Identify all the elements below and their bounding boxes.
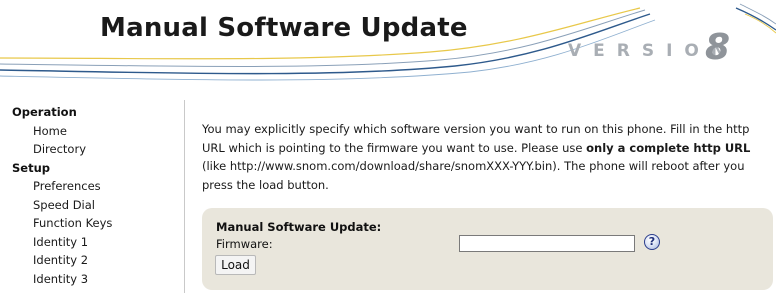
sidebar-nav: Operation Home Directory Setup Preferenc… — [0, 103, 170, 288]
sidebar-item-identity-2[interactable]: Identity 2 — [0, 251, 170, 270]
question-mark-icon[interactable]: ? — [644, 234, 660, 250]
sidebar-section-operation: Operation — [12, 105, 77, 119]
page-header: Manual Software Update VERSION 8 — [0, 0, 776, 92]
firmware-label: Firmware: — [216, 237, 273, 251]
sidebar-item-preferences[interactable]: Preferences — [0, 177, 170, 196]
intro-text: You may explicitly specify which softwar… — [202, 120, 772, 194]
firmware-url-input[interactable] — [459, 235, 635, 252]
sidebar-item-home[interactable]: Home — [0, 122, 170, 141]
sidebar-item-identity-1[interactable]: Identity 1 — [0, 233, 170, 252]
sidebar-item-identity-3[interactable]: Identity 3 — [0, 270, 170, 289]
manual-update-panel: Manual Software Update: Firmware: ? Load — [202, 208, 773, 290]
page-title: Manual Software Update — [100, 13, 468, 43]
sidebar-section-setup: Setup — [12, 160, 50, 175]
version-number: 8 — [705, 27, 731, 68]
sidebar-item-directory[interactable]: Directory — [0, 140, 170, 159]
intro-text-part-2: (like http://www.snom.com/download/share… — [202, 159, 745, 192]
sidebar-item-function-keys[interactable]: Function Keys — [0, 214, 170, 233]
sidebar-divider — [184, 100, 185, 293]
intro-text-emphasis: only a complete http URL — [586, 140, 751, 155]
sidebar-item-speed-dial[interactable]: Speed Dial — [0, 196, 170, 215]
load-button[interactable]: Load — [215, 255, 256, 275]
panel-title: Manual Software Update: — [216, 220, 382, 234]
